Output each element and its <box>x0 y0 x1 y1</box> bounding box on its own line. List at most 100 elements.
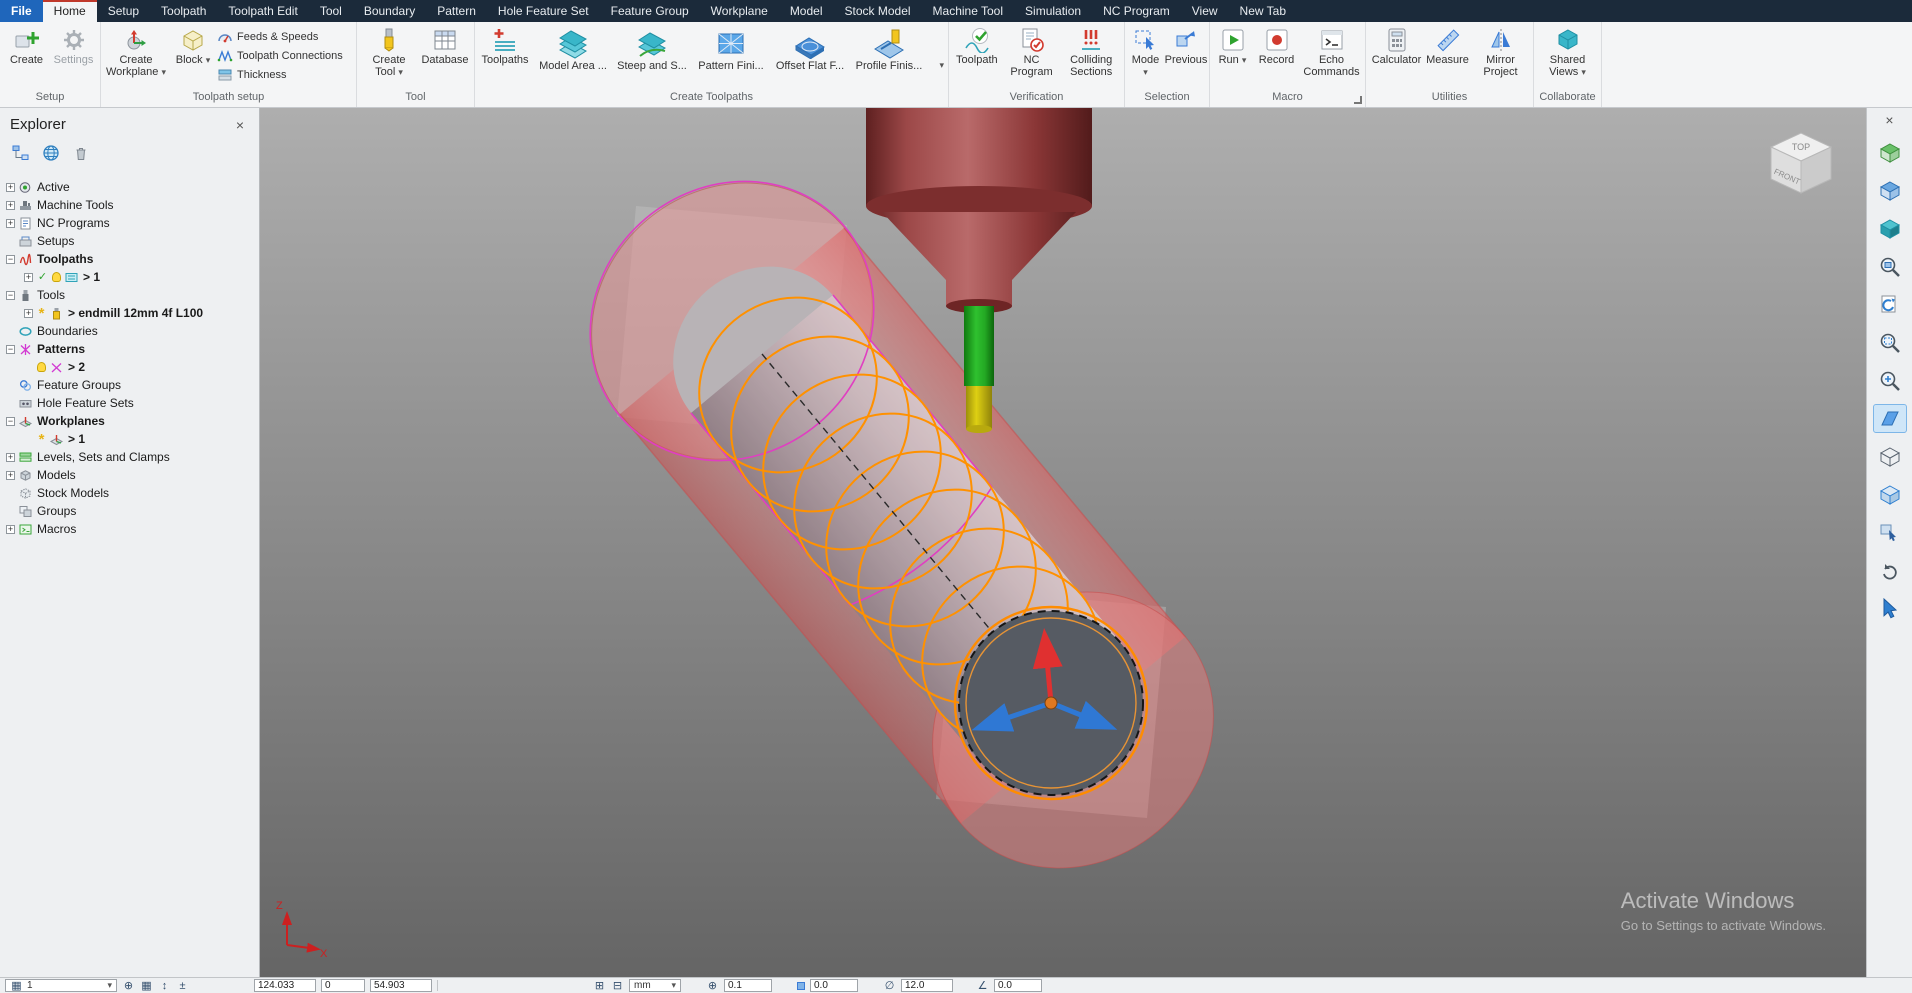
tree-item-active[interactable]: + Active <box>6 178 259 196</box>
tab-stock-model[interactable]: Stock Model <box>834 0 922 22</box>
model-area-clearance-button[interactable]: Model Area ... <box>534 25 612 74</box>
tree-item-macros[interactable]: + Macros <box>6 520 259 538</box>
calculator-button[interactable]: Calculator <box>1371 25 1423 68</box>
box-plus-icon[interactable]: ⊞ <box>593 979 606 992</box>
viewport[interactable]: TOP FRONT Z X Activate Windows Go to Set… <box>260 108 1866 977</box>
expand-icon[interactable]: + <box>24 308 33 318</box>
tree-item-toolpath-1[interactable]: + ✓ > 1 <box>6 268 259 286</box>
shaded-wireframe-icon[interactable] <box>1874 481 1906 508</box>
plus-minus-icon[interactable]: ± <box>176 979 189 992</box>
tree-item-setups[interactable]: Setups <box>6 232 259 250</box>
expand-icon[interactable]: + <box>6 200 15 210</box>
tab-model[interactable]: Model <box>779 0 834 22</box>
z-coordinate-field[interactable] <box>370 979 432 992</box>
tab-hole-feature-set[interactable]: Hole Feature Set <box>487 0 600 22</box>
toolpaths-button[interactable]: Toolpaths <box>477 25 533 68</box>
shaded-view-icon[interactable] <box>1874 215 1906 242</box>
tab-toolpath-edit[interactable]: Toolpath Edit <box>217 0 308 22</box>
selection-previous-button[interactable]: Previous <box>1165 25 1207 68</box>
create-tool-button[interactable]: Create Tool ▾ <box>360 25 418 80</box>
expand-icon[interactable]: + <box>6 470 15 480</box>
undo-view-icon[interactable] <box>1874 557 1906 584</box>
thickness-button[interactable]: Thickness <box>217 65 343 84</box>
profile-finishing-button[interactable]: Profile Finis... <box>850 25 928 74</box>
offset-flat-finishing-button[interactable]: Offset Flat F... <box>771 25 849 74</box>
cursor-tool-icon[interactable] <box>1874 595 1906 622</box>
view-toolbar-close-icon[interactable]: × <box>1885 112 1893 128</box>
block-button[interactable]: Block ▾ <box>170 25 216 68</box>
visibility-bulb-icon[interactable] <box>52 272 61 282</box>
units-selector[interactable]: mm ▾ <box>629 979 681 992</box>
tree-item-stock-models[interactable]: Stock Models <box>6 484 259 502</box>
tree-item-workplane-1[interactable]: * > 1 <box>6 430 259 448</box>
tab-view[interactable]: View <box>1181 0 1229 22</box>
tree-item-models[interactable]: + Models <box>6 466 259 484</box>
angle-field[interactable] <box>994 979 1042 992</box>
expand-icon[interactable]: + <box>6 182 15 192</box>
tab-tool[interactable]: Tool <box>309 0 353 22</box>
tab-toolpath[interactable]: Toolpath <box>150 0 217 22</box>
shared-views-button[interactable]: Shared Views ▾ <box>1538 25 1598 80</box>
tree-item-toolpaths[interactable]: − Toolpaths <box>6 250 259 268</box>
expand-icon[interactable]: + <box>6 452 15 462</box>
tree-item-nc-programs[interactable]: + NC Programs <box>6 214 259 232</box>
workplane-selector[interactable]: ▦ 1 ▾ <box>5 979 117 992</box>
tab-new-tab[interactable]: New Tab <box>1229 0 1297 22</box>
zoom-in-out-icon[interactable] <box>1874 367 1906 394</box>
tab-home[interactable]: Home <box>42 0 97 22</box>
tree-item-tools[interactable]: − Tools <box>6 286 259 304</box>
measure-button[interactable]: Measure <box>1424 25 1472 68</box>
tab-machine-tool[interactable]: Machine Tool <box>922 0 1015 22</box>
tree-item-endmill[interactable]: + * > endmill 12mm 4f L100 <box>6 304 259 322</box>
thickness-field[interactable] <box>810 979 858 992</box>
expand-icon[interactable]: + <box>6 218 15 228</box>
tree-item-boundaries[interactable]: Boundaries <box>6 322 259 340</box>
zoom-window-icon[interactable] <box>1874 329 1906 356</box>
selection-mode-button[interactable]: Mode ▾ <box>1127 25 1164 80</box>
tree-item-hole-feature-sets[interactable]: Hole Feature Sets <box>6 394 259 412</box>
macro-record-button[interactable]: Record <box>1254 25 1300 68</box>
tree-item-levels-sets-clamps[interactable]: + Levels, Sets and Clamps <box>6 448 259 466</box>
select-entity-icon[interactable] <box>1874 519 1906 546</box>
iso-view-icon[interactable] <box>1874 139 1906 166</box>
expand-icon[interactable]: + <box>24 272 33 282</box>
explorer-close-icon[interactable]: × <box>231 117 249 133</box>
database-button[interactable]: Database <box>419 25 471 68</box>
collapse-icon[interactable]: − <box>6 290 15 300</box>
raise-lower-icon[interactable]: ↕ <box>158 979 171 992</box>
position-toggle-icon[interactable]: ⊕ <box>122 979 135 992</box>
refresh-view-icon[interactable] <box>1874 291 1906 318</box>
tree-structure-icon[interactable] <box>12 144 30 162</box>
steep-shallow-button[interactable]: Steep and S... <box>613 25 691 74</box>
y-coordinate-field[interactable] <box>321 979 365 992</box>
viewport-3d[interactable] <box>260 108 1866 977</box>
tab-pattern[interactable]: Pattern <box>426 0 487 22</box>
x-coordinate-field[interactable] <box>254 979 316 992</box>
echo-commands-button[interactable]: Echo Commands <box>1301 25 1363 80</box>
grid-snap-icon[interactable]: ▦ <box>140 979 153 992</box>
collapse-icon[interactable]: − <box>6 344 15 354</box>
tab-simulation[interactable]: Simulation <box>1014 0 1092 22</box>
trash-icon[interactable] <box>72 144 90 162</box>
toolpath-connections-button[interactable]: Toolpath Connections <box>217 46 343 65</box>
verify-toolpath-button[interactable]: Toolpath <box>951 25 1003 68</box>
zoom-to-fit-icon[interactable] <box>1874 253 1906 280</box>
view-cube[interactable]: TOP FRONT <box>1762 120 1840 198</box>
visibility-bulb-icon[interactable] <box>37 362 46 372</box>
macro-run-button[interactable]: Run ▾ <box>1213 25 1253 68</box>
tab-setup[interactable]: Setup <box>97 0 150 22</box>
tool-diameter-field[interactable] <box>901 979 953 992</box>
pattern-finishing-button[interactable]: Pattern Fini... <box>692 25 770 74</box>
box-minus-icon[interactable]: ⊟ <box>611 979 624 992</box>
block-view-icon[interactable] <box>1874 177 1906 204</box>
verify-nc-program-button[interactable]: NC Program <box>1004 25 1060 80</box>
tree-item-workplanes[interactable]: − Workplanes <box>6 412 259 430</box>
expand-icon[interactable]: + <box>6 524 15 534</box>
mirror-project-button[interactable]: Mirror Project <box>1473 25 1529 80</box>
wireframe-view-icon[interactable] <box>1874 443 1906 470</box>
settings-button[interactable]: Settings <box>51 25 97 68</box>
tab-workplane[interactable]: Workplane <box>700 0 779 22</box>
tree-item-machine-tools[interactable]: + Machine Tools <box>6 196 259 214</box>
tab-feature-group[interactable]: Feature Group <box>600 0 700 22</box>
tree-item-feature-groups[interactable]: Feature Groups <box>6 376 259 394</box>
